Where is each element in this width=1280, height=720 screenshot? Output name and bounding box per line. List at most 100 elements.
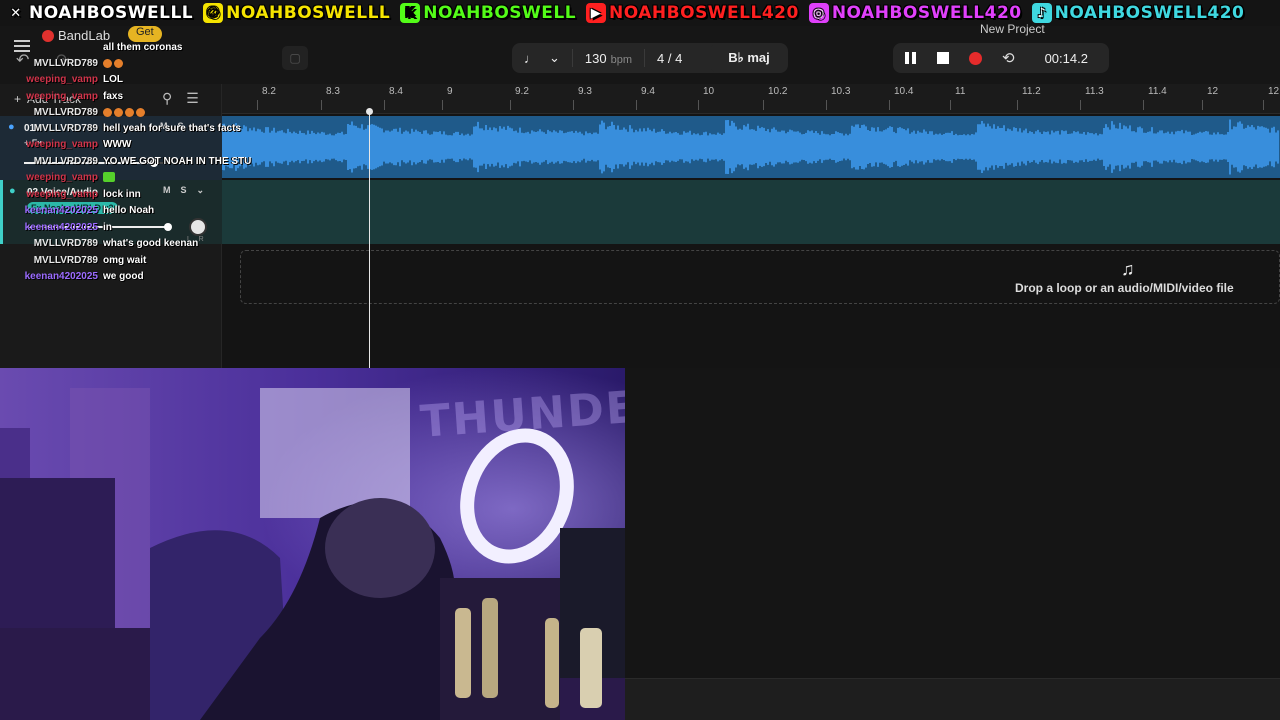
chat-text: hell yeah for sure that's facts [103, 123, 241, 134]
youtube-icon: ▶ [586, 3, 607, 23]
tiktok-icon: ♪ [1031, 3, 1052, 23]
kick-icon: K [400, 3, 421, 23]
ruler-tick: 12 [1201, 86, 1219, 110]
chat-username: keenan4202025 [24, 271, 98, 282]
social-x: ✕ NOAHBOSWELLL [6, 3, 193, 23]
ruler-tick: 10.2 [762, 86, 788, 110]
ruler-tick: 9.2 [510, 86, 529, 110]
ruler-tick: 10.4 [888, 86, 914, 110]
webcam-feed: THUNDER [0, 368, 625, 720]
tempo-unit: bpm [610, 53, 633, 66]
empty-workspace [625, 368, 1280, 720]
chat-text: in [103, 222, 112, 233]
ruler-tick: 11.4 [1143, 86, 1167, 110]
record-icon[interactable] [969, 51, 982, 65]
audio-region-track-1[interactable] [222, 116, 1280, 178]
social-handle: NOAHBOSWELLL [226, 3, 391, 23]
tempo-number: 130 [584, 50, 607, 66]
time-signature[interactable]: 4 / 4 [657, 51, 682, 66]
chat-username: MVLLVRD789 [33, 123, 98, 134]
social-handles-overlay: ✕ NOAHBOSWELLL ☺ NOAHBOSWELLL K NOAHBOSWELL ▶ N… [0, 0, 1280, 26]
chat-text: LOL [103, 74, 123, 85]
social-handle: NOAHBOSWELL420 [831, 3, 1022, 23]
emote-icon [103, 172, 115, 183]
ruler-tick: 11 [949, 86, 966, 110]
social-handle: NOAHBOSWELLL [29, 3, 194, 23]
track-lane-2[interactable] [222, 180, 1280, 244]
laugh-emoji-icon [114, 107, 123, 117]
laugh-emoji-icon [136, 107, 145, 117]
chat-text [103, 58, 125, 69]
chat-text: WWW [103, 139, 132, 150]
chat-username: keenan4202025 [24, 205, 98, 216]
drop-zone[interactable]: ♫ Drop a loop or an audio/MIDI/video fil… [240, 250, 1280, 304]
chat-text: YO WE GOT NOAH IN THE STU [103, 156, 252, 167]
chat-text: we good [103, 271, 144, 282]
chat-text: lock inn [103, 189, 141, 200]
divider [571, 49, 573, 67]
tempo-value[interactable]: 130 bpm [585, 51, 632, 66]
chat-username: weeping_vamp [26, 139, 98, 150]
chat-text: what's good keenan [103, 238, 199, 249]
ruler-tick: 12.2 [1262, 86, 1280, 110]
chat-username: weeping_vamp [26, 91, 98, 102]
chevron-down-icon[interactable]: ⌄ [549, 50, 560, 66]
ruler-tick: 8.2 [257, 86, 276, 110]
chat-text [103, 172, 115, 183]
social-handle: NOAHBOSWELL [423, 3, 577, 23]
time-display: 00:14.2 [1044, 50, 1088, 66]
social-kick: K NOAHBOSWELL [400, 3, 576, 23]
drop-zone-text: Drop a loop or an audio/MIDI/video file [1015, 281, 1234, 295]
chat-text: all them coronas [103, 42, 183, 53]
social-snapchat: ☺ NOAHBOSWELLL [203, 3, 390, 23]
waveform [222, 119, 1279, 175]
ruler-tick: 8.3 [321, 86, 340, 110]
pause-icon[interactable] [905, 52, 917, 64]
chat-overlay: all them coronas MVLLVRD789 weeping_vamp LO… [0, 28, 252, 288]
social-instagram: ◎ NOAHBOSWELL420 [808, 3, 1022, 23]
transport-controls: ⟲ 00:14.2 [893, 43, 1109, 73]
chat-username: weeping_vamp [26, 189, 98, 200]
chat-text: hello Noah [103, 205, 155, 216]
x-icon: ✕ [10, 5, 22, 21]
stop-icon[interactable] [937, 52, 949, 64]
chat-username: MVLLVRD789 [33, 156, 98, 167]
ruler-tick: 9.3 [573, 86, 592, 110]
chat-username: MVLLVRD789 [33, 255, 98, 266]
snapchat-icon: ☺ [203, 3, 224, 23]
loop-icon[interactable]: ⟲ [1002, 49, 1015, 67]
ruler-tick: 11.3 [1080, 86, 1104, 110]
laugh-emoji-icon [103, 58, 112, 68]
social-tiktok: ♪ NOAHBOSWELL420 [1031, 3, 1245, 23]
laugh-emoji-icon [125, 107, 134, 117]
social-handle: NOAHBOSWELL420 [1054, 3, 1245, 23]
chat-text [103, 107, 147, 118]
chat-text: faxs [103, 91, 124, 102]
ruler-tick: 10 [697, 86, 715, 110]
ruler-tick: 10.3 [825, 86, 851, 110]
ruler-tick: 9 [442, 86, 453, 110]
instagram-icon: ◎ [808, 3, 829, 23]
chat-username: MVLLVRD789 [33, 58, 98, 69]
chat-username: weeping_vamp [26, 172, 98, 183]
key-selector[interactable]: B♭ maj [710, 43, 788, 73]
laugh-emoji-icon [103, 107, 112, 117]
snap-button[interactable]: ▢ [282, 46, 308, 70]
ruler-tick: 8.4 [384, 86, 403, 110]
laugh-emoji-icon [114, 58, 123, 68]
chat-username: weeping_vamp [26, 74, 98, 85]
chat-username: keenan4202025 [24, 222, 98, 233]
social-handle: NOAHBOSWELL420 [609, 3, 799, 23]
timeline-ruler[interactable]: 8.2 8.3 8.4 9 9.2 9.3 9.4 10 10.2 10.3 10.4 11 11.2 1… [222, 84, 1280, 114]
chat-username: MVLLVRD789 [33, 107, 98, 118]
chat-text: omg wait [103, 255, 147, 266]
music-note-add-icon: ♫ [1121, 259, 1135, 279]
bottom-panel [625, 678, 1280, 720]
chat-username: MVLLVRD789 [33, 238, 98, 249]
metronome-icon[interactable]: ♩ [524, 51, 537, 66]
playhead[interactable] [366, 108, 373, 368]
ruler-tick: 9.4 [636, 86, 655, 110]
ruler-tick: 11.2 [1017, 86, 1041, 110]
social-youtube: ▶ NOAHBOSWELL420 [586, 3, 799, 23]
divider [644, 49, 646, 67]
